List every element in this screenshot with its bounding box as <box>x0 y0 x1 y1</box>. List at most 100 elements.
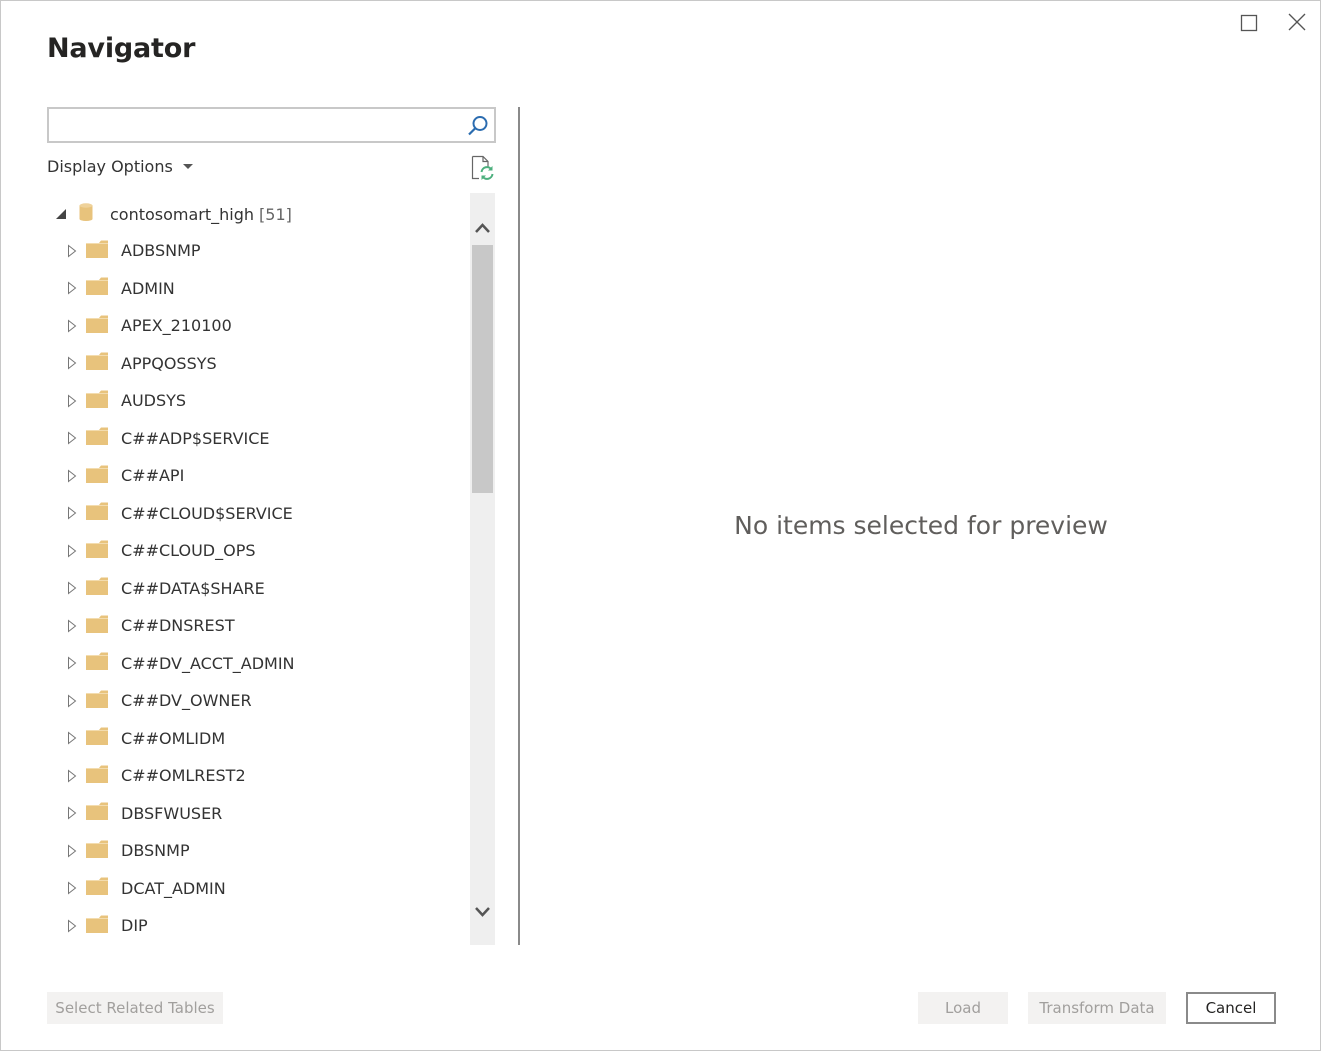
transform-data-button[interactable]: Transform Data <box>1028 992 1166 1024</box>
tree-root-node[interactable]: contosomart_high [51] <box>47 201 292 227</box>
expanded-triangle-icon[interactable] <box>56 209 66 219</box>
search-box[interactable] <box>47 107 496 143</box>
folder-icon <box>86 915 108 937</box>
tree-item[interactable]: C##API <box>47 457 295 495</box>
maximize-button[interactable] <box>1234 9 1264 37</box>
close-button[interactable] <box>1282 9 1312 37</box>
tree-item[interactable]: C##CLOUD_OPS <box>47 532 295 570</box>
search-icon[interactable] <box>467 115 489 141</box>
folder-icon <box>86 240 108 262</box>
tree-item[interactable]: C##OMLREST2 <box>47 757 295 795</box>
tree-item[interactable]: C##DV_ACCT_ADMIN <box>47 645 295 683</box>
expand-triangle-icon[interactable] <box>67 656 81 670</box>
expand-triangle-icon[interactable] <box>67 544 81 558</box>
folder-icon <box>86 315 108 337</box>
tree-item[interactable]: AUDSYS <box>47 382 295 420</box>
folder-icon <box>86 690 108 712</box>
chevron-down-icon <box>475 907 490 917</box>
chevron-down-icon <box>182 164 193 169</box>
folder-icon <box>86 765 108 787</box>
cancel-button[interactable]: Cancel <box>1186 992 1276 1024</box>
tree-item[interactable]: ADBSNMP <box>47 232 295 270</box>
display-options-label: Display Options <box>47 157 173 176</box>
folder-icon <box>86 502 108 524</box>
load-button[interactable]: Load <box>918 992 1008 1024</box>
tree-item[interactable]: C##DNSREST <box>47 607 295 645</box>
tree-item-label: DBSNMP <box>121 841 190 861</box>
folder-icon <box>86 652 108 674</box>
tree-item-label: C##DATA$SHARE <box>121 578 265 598</box>
tree-item[interactable]: DCAT_ADMIN <box>47 870 295 908</box>
expand-triangle-icon[interactable] <box>67 694 81 708</box>
folder-icon <box>86 427 108 449</box>
folder-icon <box>86 277 108 299</box>
expand-triangle-icon[interactable] <box>67 619 81 633</box>
expand-triangle-icon[interactable] <box>67 769 81 783</box>
display-options-dropdown[interactable]: Display Options <box>47 157 193 176</box>
tree-item[interactable]: DBSFWUSER <box>47 795 295 833</box>
folder-icon <box>86 615 108 637</box>
dialog-title: Navigator <box>47 33 196 64</box>
expand-triangle-icon[interactable] <box>67 319 81 333</box>
tree-item-label: C##CLOUD_OPS <box>121 541 256 561</box>
tree-item[interactable]: APPQOSSYS <box>47 345 295 383</box>
folder-icon <box>86 352 108 374</box>
folder-icon <box>86 465 108 487</box>
expand-triangle-icon[interactable] <box>67 731 81 745</box>
tree-item-label: C##CLOUD$SERVICE <box>121 503 293 523</box>
folder-icon <box>86 540 108 562</box>
scroll-up-button[interactable] <box>470 213 495 243</box>
database-icon <box>79 203 93 225</box>
tree-item-label: C##OMLIDM <box>121 728 226 748</box>
tree-item-label: C##ADP$SERVICE <box>121 428 270 448</box>
expand-triangle-icon[interactable] <box>67 244 81 258</box>
tree-item-label: DIP <box>121 916 148 936</box>
select-related-tables-button[interactable]: Select Related Tables <box>47 992 223 1024</box>
expand-triangle-icon[interactable] <box>67 281 81 295</box>
tree-item[interactable]: C##OMLIDM <box>47 720 295 758</box>
expand-triangle-icon[interactable] <box>67 919 81 933</box>
expand-triangle-icon[interactable] <box>67 581 81 595</box>
tree-item-label: APEX_210100 <box>121 316 232 336</box>
navigator-dialog: Navigator Display Options contosomart_hi… <box>0 0 1321 1051</box>
folder-icon <box>86 727 108 749</box>
tree-item-label: AUDSYS <box>121 391 187 411</box>
expand-triangle-icon[interactable] <box>67 431 81 445</box>
tree-root-count: [51] <box>259 204 292 224</box>
scroll-thumb[interactable] <box>472 245 493 493</box>
tree-item-label: ADMIN <box>121 278 175 298</box>
folder-icon <box>86 877 108 899</box>
tree-item[interactable]: C##ADP$SERVICE <box>47 420 295 458</box>
folder-icon <box>86 390 108 412</box>
tree-item[interactable]: C##DATA$SHARE <box>47 570 295 608</box>
navigator-tree: contosomart_high [51] ADBSNMP ADMIN APEX_2… <box>47 193 467 945</box>
maximize-icon <box>1240 14 1258 32</box>
tree-item[interactable]: DIP <box>47 907 295 945</box>
tree-item-label: C##DV_OWNER <box>121 691 252 711</box>
tree-items: ADBSNMP ADMIN APEX_210100 APPQOSSYS AUDSYS C#… <box>47 232 295 945</box>
scroll-down-button[interactable] <box>470 899 495 929</box>
preview-empty-message: No items selected for preview <box>734 511 1108 540</box>
tree-item[interactable]: C##CLOUD$SERVICE <box>47 495 295 533</box>
expand-triangle-icon[interactable] <box>67 469 81 483</box>
tree-item-label: C##API <box>121 466 185 486</box>
refresh-icon[interactable] <box>471 155 495 185</box>
expand-triangle-icon[interactable] <box>67 881 81 895</box>
tree-item[interactable]: ADMIN <box>47 270 295 308</box>
tree-root-label: contosomart_high <box>110 204 255 224</box>
close-icon <box>1288 13 1306 31</box>
tree-item-label: C##DNSREST <box>121 616 235 636</box>
tree-item-label: DBSFWUSER <box>121 803 223 823</box>
tree-item-label: C##DV_ACCT_ADMIN <box>121 653 295 673</box>
tree-item[interactable]: APEX_210100 <box>47 307 295 345</box>
tree-item[interactable]: DBSNMP <box>47 832 295 870</box>
expand-triangle-icon[interactable] <box>67 356 81 370</box>
tree-item-label: DCAT_ADMIN <box>121 878 226 898</box>
search-input[interactable] <box>49 109 471 141</box>
expand-triangle-icon[interactable] <box>67 806 81 820</box>
expand-triangle-icon[interactable] <box>67 394 81 408</box>
tree-scrollbar[interactable] <box>470 193 495 945</box>
expand-triangle-icon[interactable] <box>67 506 81 520</box>
tree-item[interactable]: C##DV_OWNER <box>47 682 295 720</box>
expand-triangle-icon[interactable] <box>67 844 81 858</box>
